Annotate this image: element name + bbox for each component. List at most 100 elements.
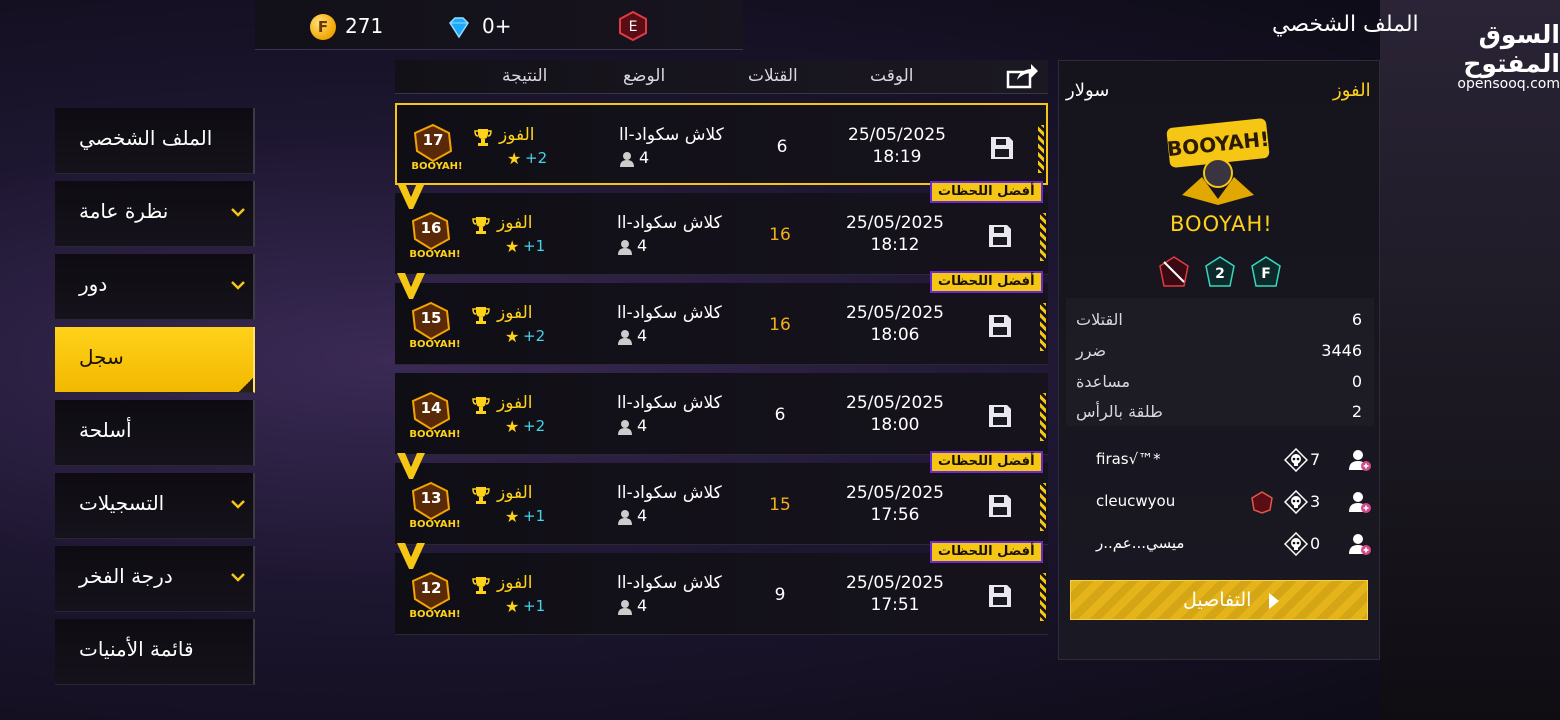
teammate-row[interactable]: ميسي...عم..ر 0 <box>1066 524 1374 564</box>
skull-icon <box>1284 448 1308 472</box>
highlight-tag[interactable]: أفضل اللحظات <box>930 181 1043 203</box>
sidebar-item-overview[interactable]: نظرة عامة <box>55 181 255 247</box>
teammate-kills: 0 <box>1310 534 1321 553</box>
svg-text:BOOYAH!: BOOYAH! <box>409 429 460 439</box>
sidebar-item-weapons[interactable]: أسلحة <box>55 400 255 466</box>
header-kills: القتلات <box>748 66 798 86</box>
game-mode: كلاش سكواد-اا <box>617 303 722 323</box>
sidebar-item-label: أسلحة <box>79 418 132 442</box>
stat-value: 0 <box>1351 372 1362 391</box>
highlight-tag[interactable]: أفضل اللحظات <box>930 451 1043 473</box>
trophy-icon <box>474 129 492 146</box>
save-icon[interactable] <box>987 403 1013 429</box>
svg-text:BOOYAH!: BOOYAH! <box>409 609 460 619</box>
sidebar-item-recordings[interactable]: التسجيلات <box>55 473 255 539</box>
sidebar-item-label: سجل <box>79 345 124 369</box>
row-edge-stripes <box>1040 573 1046 621</box>
chevron-down-icon <box>231 573 245 582</box>
teammate-row[interactable]: firas√™* 7 <box>1066 440 1374 480</box>
teammate-kills: 7 <box>1310 450 1321 469</box>
sidebar-item-history[interactable]: سجل <box>55 327 255 393</box>
star-icon: ★ <box>505 597 520 616</box>
highlight-tag[interactable]: أفضل اللحظات <box>930 541 1043 563</box>
teammate-name: cleucwyou <box>1096 492 1176 510</box>
add-friend-icon[interactable] <box>1348 448 1372 472</box>
medal-number: 16 <box>420 219 442 237</box>
teammate-name: firas√™* <box>1096 450 1161 468</box>
details-button[interactable]: التفاصيل <box>1070 580 1368 620</box>
trophy-icon <box>472 397 490 414</box>
squad-size: 4 <box>637 596 648 615</box>
sidebar-item-role[interactable]: دور <box>55 254 255 320</box>
opensooq-watermark: السوق المفتوح opensooq.com <box>1418 20 1560 92</box>
add-friend-icon[interactable] <box>1348 532 1372 556</box>
match-date: 25/05/2025 <box>846 393 944 413</box>
diamond-count[interactable]: 0+ <box>482 14 511 38</box>
person-icon <box>618 240 632 255</box>
person-icon <box>618 600 632 615</box>
booyah-medal-icon: BOOYAH! 15 <box>409 301 461 350</box>
skull-icon <box>1284 490 1308 514</box>
match-row[interactable]: أفضل اللحظات BOOYAH! 13 الفوز ★ +1 كلاش … <box>395 451 1048 545</box>
sidebar-item-label: التسجيلات <box>79 491 165 515</box>
stat-label: القتلات <box>1076 310 1123 329</box>
game-mode: كلاش سكواد-اا <box>617 213 722 233</box>
sidebar-item-label: الملف الشخصي <box>79 126 213 150</box>
rank-points: +2 <box>525 149 548 167</box>
save-icon[interactable] <box>987 583 1013 609</box>
rank-points: +1 <box>523 507 546 525</box>
stat-value: 3446 <box>1321 341 1362 360</box>
sidebar: الملف الشخصي نظرة عامة دور سجل أسلحة الت… <box>55 108 255 692</box>
badge-f-icon: F <box>1251 256 1281 287</box>
save-icon[interactable] <box>987 223 1013 249</box>
match-time: 18:12 <box>870 235 920 255</box>
chevron-down-icon <box>231 500 245 509</box>
rank-badge-icon[interactable]: E <box>618 11 648 41</box>
person-icon <box>618 510 632 525</box>
badge-2-icon: 2 <box>1205 256 1235 287</box>
booyah-label: BOOYAH! <box>1170 212 1273 236</box>
rank-points: +2 <box>523 327 546 345</box>
row-edge-stripes <box>1040 213 1046 261</box>
trophy-icon <box>472 487 490 504</box>
teammate-name: ميسي...عم..ر <box>1096 534 1185 552</box>
kill-count: 16 <box>769 315 791 335</box>
match-row[interactable]: أفضل اللحظات BOOYAH! 15 الفوز ★ +2 كلاش … <box>395 271 1048 365</box>
sidebar-item-honor-score[interactable]: درجة الفخر <box>55 546 255 612</box>
medal-number: 15 <box>420 309 442 327</box>
kill-count: 15 <box>769 495 791 515</box>
match-row[interactable]: BOOYAH! 17 الفوز ★ +2 كلاش سكواد-اا 4 6 … <box>395 103 1048 185</box>
sidebar-item-label: دور <box>79 272 108 296</box>
match-time: 18:06 <box>870 325 920 345</box>
result-label: الفوز <box>497 303 533 323</box>
match-row[interactable]: أفضل اللحظات BOOYAH! 16 الفوز ★ +1 كلاش … <box>395 181 1048 275</box>
highlight-tag[interactable]: أفضل اللحظات <box>930 271 1043 293</box>
squad-size: 4 <box>637 416 648 435</box>
game-mode: كلاش سكواد-اا <box>617 483 722 503</box>
sidebar-item-wishlist[interactable]: قائمة الأمنيات <box>55 619 255 685</box>
result-label: الفوز <box>499 125 535 145</box>
row-edge-stripes <box>1040 303 1046 351</box>
person-icon <box>620 152 634 167</box>
share-icon[interactable] <box>1005 62 1039 90</box>
squad-size: 4 <box>637 326 648 345</box>
save-icon[interactable] <box>987 493 1013 519</box>
save-icon[interactable] <box>989 135 1015 161</box>
svg-text:BOOYAH!: BOOYAH! <box>411 161 462 171</box>
result-label: الفوز <box>497 213 533 233</box>
svg-text:2: 2 <box>1215 266 1225 282</box>
sidebar-item-profile[interactable]: الملف الشخصي <box>55 108 255 174</box>
match-row[interactable]: BOOYAH! 14 الفوز ★ +2 كلاش سكواد-اا 4 6 … <box>395 373 1048 455</box>
badge-red-icon <box>1159 256 1189 287</box>
mvp-v-icon <box>397 453 425 479</box>
match-table-header: النتيجة الوضع القتلات الوقت <box>395 60 1048 94</box>
add-friend-icon[interactable] <box>1348 490 1372 514</box>
header-mode: الوضع <box>623 66 666 86</box>
teammate-row[interactable]: cleucwyou 3 <box>1066 482 1374 522</box>
game-mode: كلاش سكواد-اا <box>617 393 722 413</box>
mvp-v-icon <box>397 183 425 209</box>
mvp-v-icon <box>397 273 425 299</box>
save-icon[interactable] <box>987 313 1013 339</box>
player-badges: 2 F <box>1159 256 1281 287</box>
match-row[interactable]: أفضل اللحظات BOOYAH! 12 الفوز ★ +1 كلاش … <box>395 541 1048 635</box>
